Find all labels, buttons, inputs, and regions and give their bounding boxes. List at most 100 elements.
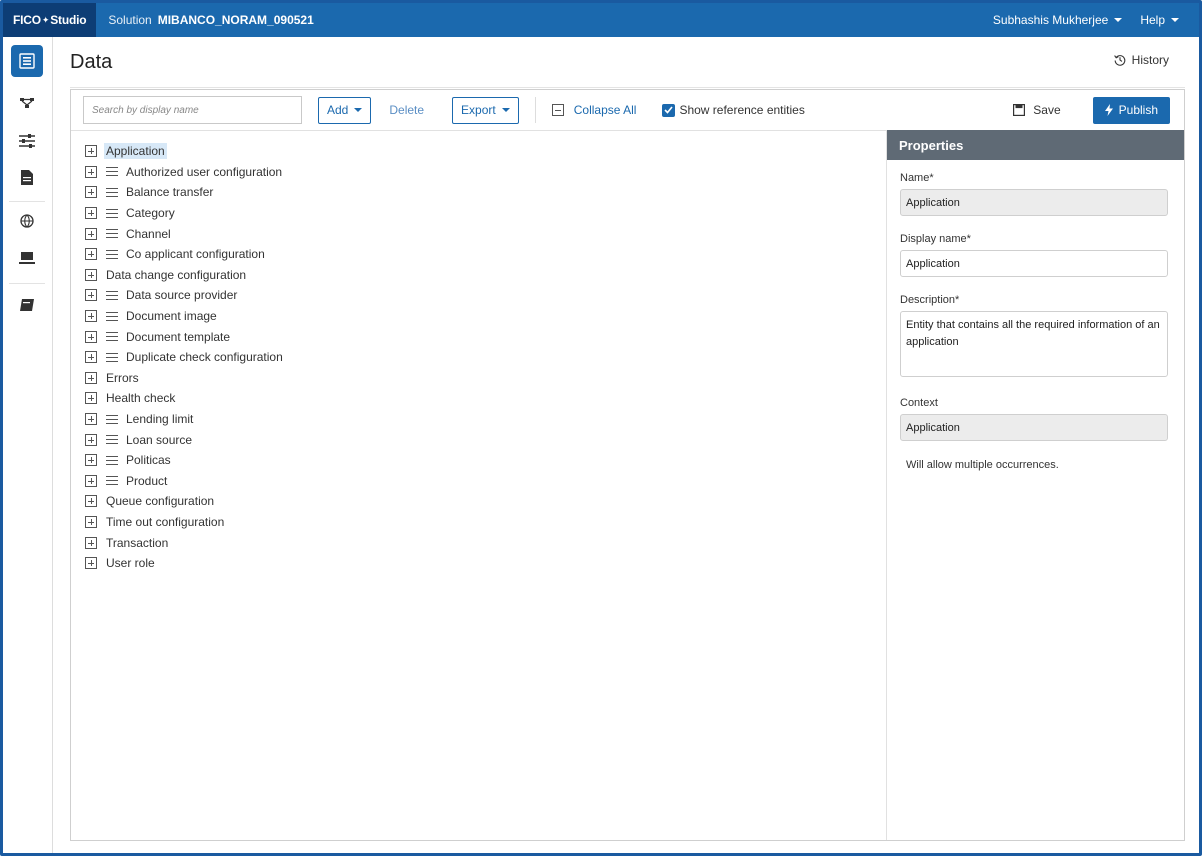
tree-row[interactable]: Errors [85, 368, 865, 389]
tree-row[interactable]: Loan source [85, 429, 865, 450]
reference-entity-icon [106, 435, 118, 445]
expand-icon[interactable] [85, 557, 97, 570]
expand-icon[interactable] [85, 474, 97, 487]
tree-row[interactable]: Politicas [85, 450, 865, 471]
tree-row[interactable]: Application [85, 141, 865, 162]
expand-icon[interactable] [85, 371, 97, 384]
tree-row[interactable]: Lending limit [85, 409, 865, 430]
chevron-down-icon [354, 108, 363, 112]
tree-item-label: Co applicant configuration [126, 247, 265, 262]
add-button[interactable]: Add [318, 96, 372, 124]
user-menu[interactable]: Subhashis Mukherjee [993, 13, 1123, 27]
publish-button[interactable]: Publish [1092, 96, 1170, 124]
tree-row[interactable]: Transaction [85, 532, 865, 553]
expand-icon[interactable] [85, 392, 97, 405]
brand-logo[interactable]: FICO ✦ Studio [3, 3, 97, 37]
data-entities-icon [19, 53, 35, 69]
reference-entity-icon [106, 208, 118, 218]
help-menu[interactable]: Help [1140, 13, 1179, 27]
expand-icon[interactable] [85, 433, 97, 446]
expand-icon[interactable] [85, 454, 97, 467]
reference-entity-icon [106, 332, 118, 342]
expand-icon[interactable] [85, 351, 97, 364]
tree-item-label: Transaction [106, 535, 169, 550]
nav-library-button[interactable] [11, 289, 43, 321]
context-label: Context [900, 397, 938, 409]
name-label: Name* [900, 172, 934, 184]
brand-star-icon: ✦ [41, 14, 50, 25]
tree-row[interactable]: Time out configuration [85, 512, 865, 533]
tree-row[interactable]: Category [85, 203, 865, 224]
tree-row[interactable]: Queue configuration [85, 491, 865, 512]
expand-icon[interactable] [85, 495, 97, 508]
main-content: Data History Add Delete Export [54, 37, 1199, 853]
export-button[interactable]: Export [452, 96, 519, 124]
tree-row[interactable]: Balance transfer [85, 182, 865, 203]
tree-row[interactable]: Health check [85, 388, 865, 409]
expand-icon[interactable] [85, 165, 97, 178]
nav-globe-button[interactable] [11, 205, 43, 237]
description-field[interactable]: Entity that contains all the required in… [900, 311, 1168, 377]
flow-icon [20, 98, 34, 108]
reference-entity-icon [106, 167, 118, 177]
tree-item-label: Application [104, 143, 167, 160]
tree-row[interactable]: Channel [85, 223, 865, 244]
reference-entity-icon [106, 290, 118, 300]
expand-icon[interactable] [85, 227, 97, 240]
collapse-all-button[interactable]: Collapse All [551, 103, 637, 117]
expand-icon[interactable] [85, 268, 97, 281]
occurrence-note: Will allow multiple occurrences. [906, 459, 1059, 471]
tree-row[interactable]: Authorized user configuration [85, 162, 865, 183]
description-label: Description* [900, 294, 960, 306]
nav-documents-button[interactable] [11, 161, 43, 193]
lightning-icon [1104, 104, 1113, 116]
tree-row[interactable]: Duplicate check configuration [85, 347, 865, 368]
tree-row[interactable]: Document image [85, 306, 865, 327]
tree-item-label: Authorized user configuration [126, 164, 283, 179]
expand-icon[interactable] [85, 289, 97, 302]
expand-icon[interactable] [85, 515, 97, 528]
rail-divider [9, 283, 45, 284]
chevron-down-icon [1114, 18, 1123, 22]
save-button[interactable]: Save [1013, 103, 1061, 117]
add-label: Add [327, 103, 349, 117]
tree-row[interactable]: User role [85, 553, 865, 574]
show-reference-checkbox[interactable]: Show reference entities [662, 103, 805, 117]
document-icon [21, 169, 33, 185]
expand-icon[interactable] [85, 248, 97, 261]
nav-data-button[interactable] [11, 45, 43, 77]
display-name-field[interactable]: Application [900, 250, 1168, 277]
data-toolbar: Add Delete Export Collapse All [71, 90, 1184, 130]
tree-item-label: Errors [106, 370, 139, 385]
toolbar-divider [534, 97, 536, 123]
search-input[interactable] [83, 96, 302, 124]
nav-flow-button[interactable] [11, 87, 43, 119]
tree-row[interactable]: Product [85, 471, 865, 492]
reference-entity-icon [106, 229, 118, 239]
tree-row[interactable]: Document template [85, 326, 865, 347]
tree-item-label: Data source provider [126, 288, 238, 303]
help-label: Help [1140, 13, 1165, 27]
publish-label: Publish [1118, 103, 1158, 117]
nav-settings-button[interactable] [11, 125, 43, 157]
tree-row[interactable]: Data change configuration [85, 265, 865, 286]
expand-icon[interactable] [85, 207, 97, 220]
tree-item-label: Lending limit [126, 412, 194, 427]
collapse-all-label: Collapse All [573, 103, 637, 117]
tree-item-label: Category [126, 206, 175, 221]
expand-icon[interactable] [85, 186, 97, 199]
nav-deploy-button[interactable] [11, 243, 43, 275]
expand-icon[interactable] [85, 145, 97, 158]
expand-icon[interactable] [85, 310, 97, 323]
tree-item-label: User role [106, 556, 155, 571]
expand-icon[interactable] [85, 330, 97, 343]
tree-row[interactable]: Co applicant configuration [85, 244, 865, 265]
expand-icon[interactable] [85, 536, 97, 549]
context-field: Application [900, 414, 1168, 441]
app-window: FICO ✦ Studio Solution MIBANCO_NORAM_09052… [0, 0, 1202, 856]
expand-icon[interactable] [85, 413, 97, 426]
delete-button[interactable]: Delete [389, 103, 424, 117]
tree-row[interactable]: Data source provider [85, 285, 865, 306]
rail-divider [9, 201, 45, 202]
history-link[interactable]: History [1113, 53, 1169, 67]
